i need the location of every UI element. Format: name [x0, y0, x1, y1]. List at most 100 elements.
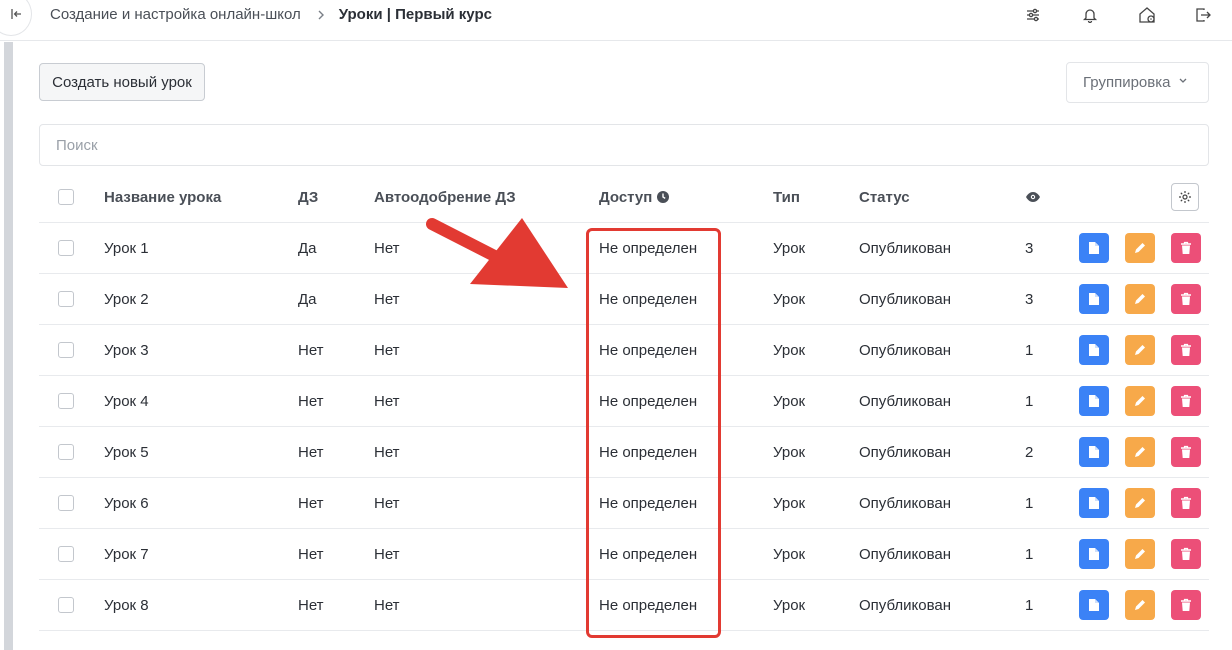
- view-lesson-button[interactable]: [1079, 488, 1109, 518]
- trash-icon: [1181, 292, 1191, 305]
- lesson-name[interactable]: Урок 2: [104, 274, 149, 324]
- hw-value: Да: [298, 290, 317, 308]
- row-checkbox[interactable]: [58, 342, 74, 358]
- lesson-name[interactable]: Урок 7: [104, 529, 149, 579]
- search-input[interactable]: [39, 124, 1209, 166]
- delete-lesson-button[interactable]: [1171, 539, 1201, 569]
- row-checkbox[interactable]: [58, 240, 74, 256]
- document-icon: [1089, 497, 1099, 509]
- breadcrumb-parent[interactable]: Создание и настройка онлайн-школ: [50, 6, 301, 23]
- row-actions: [1079, 325, 1201, 375]
- row-checkbox[interactable]: [58, 495, 74, 511]
- home-settings-icon[interactable]: [1118, 5, 1175, 25]
- lessons-table: Название урока ДЗ Автоодобрение ДЗ Досту…: [39, 172, 1209, 631]
- breadcrumb: Создание и настройка онлайн-школ Уроки |…: [50, 6, 492, 23]
- sliders-icon[interactable]: [1004, 5, 1061, 25]
- row-checkbox[interactable]: [58, 393, 74, 409]
- hw-value: Нет: [298, 596, 324, 614]
- column-access[interactable]: Доступ: [599, 172, 670, 222]
- row-checkbox[interactable]: [58, 291, 74, 307]
- view-lesson-button[interactable]: [1079, 590, 1109, 620]
- hw-value: Нет: [298, 341, 324, 359]
- top-actions: [1004, 5, 1232, 25]
- select-all-checkbox[interactable]: [58, 189, 74, 205]
- edit-lesson-button[interactable]: [1125, 284, 1155, 314]
- lesson-name[interactable]: Урок 5: [104, 427, 149, 477]
- type-value: Урок: [773, 494, 806, 512]
- table-settings-button[interactable]: [1171, 183, 1199, 211]
- sidebar-collapse-button[interactable]: [0, 0, 32, 36]
- delete-lesson-button[interactable]: [1171, 437, 1201, 467]
- views-count: 3: [1025, 239, 1034, 257]
- row-actions: [1079, 274, 1201, 324]
- table-header: Название урока ДЗ Автоодобрение ДЗ Досту…: [39, 172, 1209, 223]
- edit-lesson-button[interactable]: [1125, 488, 1155, 518]
- view-lesson-button[interactable]: [1079, 437, 1109, 467]
- lesson-name[interactable]: Урок 1: [104, 223, 149, 273]
- row-actions: [1079, 580, 1201, 630]
- table-row: Урок 7 Нет Нет Не определен Урок Опубликован 1: [39, 529, 1209, 580]
- row-checkbox[interactable]: [58, 546, 74, 562]
- delete-lesson-button[interactable]: [1171, 386, 1201, 416]
- status-value: Опубликован: [859, 239, 952, 257]
- delete-lesson-button[interactable]: [1171, 488, 1201, 518]
- create-lesson-button[interactable]: Создать новый урок: [39, 63, 205, 101]
- row-checkbox[interactable]: [58, 597, 74, 613]
- row-actions: [1079, 223, 1201, 273]
- delete-lesson-button[interactable]: [1171, 335, 1201, 365]
- document-icon: [1089, 446, 1099, 458]
- bell-icon[interactable]: [1061, 5, 1118, 25]
- table-row: Урок 1 Да Нет Не определен Урок Опубликован 3: [39, 223, 1209, 274]
- edit-lesson-button[interactable]: [1125, 437, 1155, 467]
- trash-icon: [1181, 547, 1191, 560]
- grouping-dropdown[interactable]: Группировка: [1066, 62, 1209, 103]
- view-lesson-button[interactable]: [1079, 284, 1109, 314]
- view-lesson-button[interactable]: [1079, 335, 1109, 365]
- lesson-name[interactable]: Урок 8: [104, 580, 149, 630]
- lesson-name[interactable]: Урок 4: [104, 376, 149, 426]
- view-lesson-button[interactable]: [1079, 386, 1109, 416]
- views-count: 3: [1025, 290, 1034, 308]
- status-value: Опубликован: [859, 494, 952, 512]
- views-count: 1: [1025, 392, 1034, 410]
- document-icon: [1089, 242, 1099, 254]
- top-bar: Создание и настройка онлайн-школ Уроки |…: [0, 0, 1232, 41]
- column-status[interactable]: Статус: [859, 172, 910, 222]
- views-count: 2: [1025, 443, 1034, 461]
- auto-approve-value: Нет: [374, 545, 400, 563]
- column-name[interactable]: Название урока: [104, 172, 221, 222]
- status-value: Опубликован: [859, 443, 952, 461]
- trash-icon: [1181, 496, 1191, 509]
- column-hw[interactable]: ДЗ: [298, 172, 318, 222]
- pencil-icon: [1135, 396, 1145, 406]
- access-value: Не определен: [599, 341, 698, 359]
- trash-icon: [1181, 241, 1191, 254]
- edit-lesson-button[interactable]: [1125, 335, 1155, 365]
- column-type[interactable]: Тип: [773, 172, 800, 222]
- delete-lesson-button[interactable]: [1171, 590, 1201, 620]
- column-access-label: Доступ: [599, 188, 653, 206]
- collapse-arrow-icon: [11, 9, 21, 19]
- column-auto-approve[interactable]: Автоодобрение ДЗ: [374, 172, 516, 222]
- logout-icon[interactable]: [1175, 5, 1232, 25]
- lesson-name[interactable]: Урок 6: [104, 478, 149, 528]
- view-lesson-button[interactable]: [1079, 539, 1109, 569]
- edit-lesson-button[interactable]: [1125, 539, 1155, 569]
- row-actions: [1079, 478, 1201, 528]
- auto-approve-value: Нет: [374, 443, 400, 461]
- type-value: Урок: [773, 596, 806, 614]
- hw-value: Да: [298, 239, 317, 257]
- eye-icon: [1025, 172, 1041, 222]
- hw-value: Нет: [298, 443, 324, 461]
- access-value: Не определен: [599, 545, 698, 563]
- lesson-name[interactable]: Урок 3: [104, 325, 149, 375]
- edit-lesson-button[interactable]: [1125, 233, 1155, 263]
- gear-icon: [1179, 191, 1191, 203]
- table-row: Урок 6 Нет Нет Не определен Урок Опубликован 1: [39, 478, 1209, 529]
- edit-lesson-button[interactable]: [1125, 386, 1155, 416]
- row-checkbox[interactable]: [58, 444, 74, 460]
- edit-lesson-button[interactable]: [1125, 590, 1155, 620]
- delete-lesson-button[interactable]: [1171, 233, 1201, 263]
- view-lesson-button[interactable]: [1079, 233, 1109, 263]
- delete-lesson-button[interactable]: [1171, 284, 1201, 314]
